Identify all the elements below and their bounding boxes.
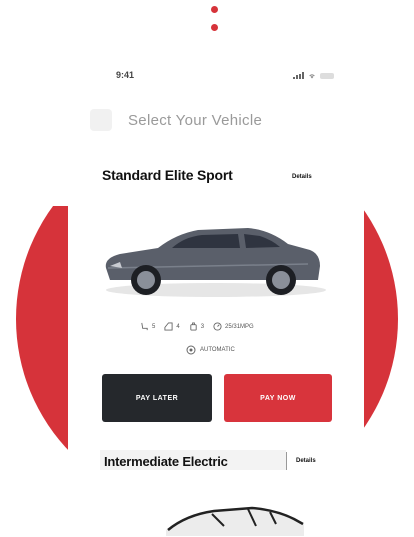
spec-seats-value: 5	[152, 323, 156, 330]
spec-bags-value: 3	[200, 323, 205, 330]
transmission: AUTOMATIC	[186, 345, 235, 355]
vehicle-name: Standard Elite Sport	[102, 167, 233, 183]
spec-mileage-value: 25/31MPG	[225, 323, 254, 330]
door-icon	[164, 322, 173, 331]
transmission-icon	[186, 345, 196, 355]
status-time: 9:41	[116, 70, 135, 80]
gauge-icon	[213, 322, 222, 331]
details-link[interactable]: Details	[296, 458, 316, 464]
status-icons	[293, 72, 334, 79]
seat-icon	[141, 322, 148, 331]
spec-doors: 4	[164, 322, 180, 331]
signal-icon	[293, 72, 304, 79]
vehicle-specs: 5 4 3 25/31MPG	[140, 322, 254, 331]
page-title: Select Your Vehicle	[128, 111, 263, 129]
back-button[interactable]	[90, 109, 112, 131]
transmission-label: AUTOMATIC	[200, 347, 235, 353]
page-dot	[211, 24, 218, 31]
battery-icon	[320, 72, 334, 79]
screen: 9:41 Select Your Vehicle Standard Elite …	[0, 0, 414, 537]
car-image	[105, 228, 326, 297]
details-link[interactable]: Details	[292, 174, 312, 180]
spec-bags: 3	[189, 322, 204, 331]
page-header: Select Your Vehicle	[90, 108, 262, 132]
phone-screen: 9:41 Select Your Vehicle Standard Elite …	[68, 58, 364, 470]
spec-doors-value: 4	[176, 323, 180, 330]
pay-now-button[interactable]: PAY NOW	[224, 374, 332, 422]
car-image-partial	[166, 506, 304, 536]
spec-seats: 5	[140, 322, 155, 331]
page-dot	[211, 6, 218, 13]
vehicle-name: Intermediate Electric	[104, 454, 228, 469]
status-bar: 9:41	[68, 70, 364, 84]
luggage-icon	[190, 322, 197, 331]
spec-mileage: 25/31MPG	[213, 322, 254, 331]
pay-later-button[interactable]: PAY LATER	[102, 374, 212, 422]
wifi-icon	[309, 73, 315, 78]
page-dots	[211, 6, 219, 42]
